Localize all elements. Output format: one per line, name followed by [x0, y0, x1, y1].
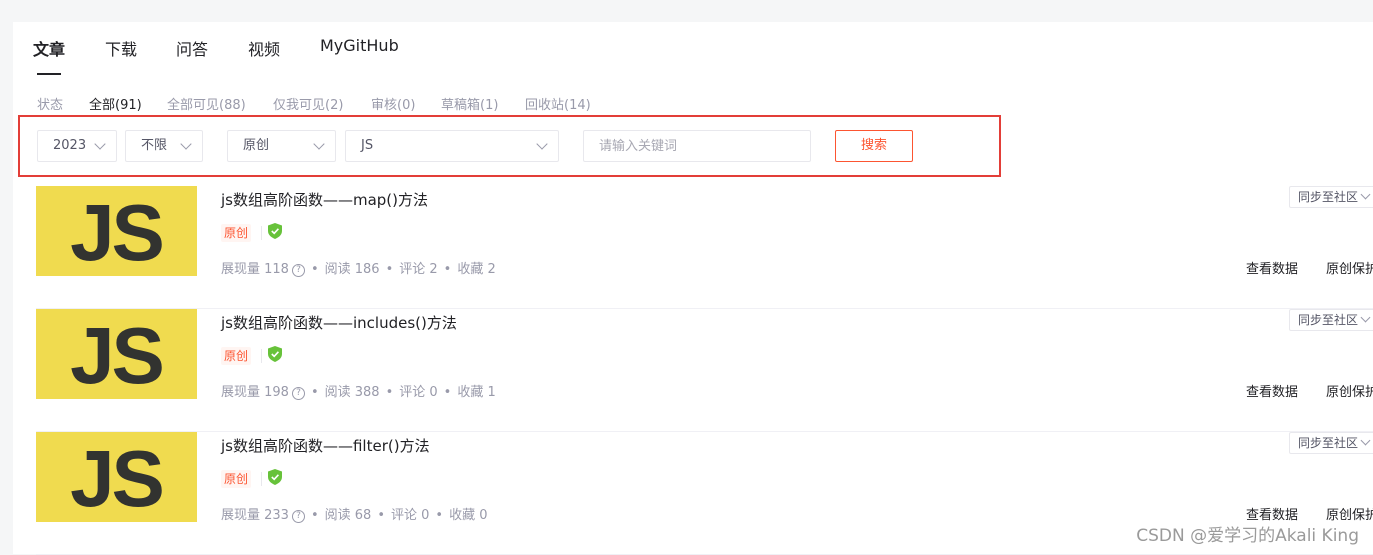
type-select[interactable]: 原创 — [227, 130, 336, 162]
keyword-input[interactable] — [583, 130, 811, 162]
impressions-count: 展现量 198 — [221, 385, 289, 400]
original-protection-link[interactable]: 原创保护 — [1326, 381, 1373, 400]
view-data-link[interactable]: 查看数据 — [1246, 258, 1298, 277]
js-logo-text: JS — [70, 311, 162, 399]
divider — [261, 226, 262, 240]
article-item: JS js数组高阶函数——map()方法 原创 展现量 118? • 阅读 186 •… — [36, 186, 1373, 309]
divider — [261, 349, 262, 363]
chevron-down-icon — [1360, 189, 1371, 200]
comment-count: 评论 0 — [399, 385, 438, 400]
article-stats: 展现量 233? • 阅读 68 • 评论 0 • 收藏 0 — [221, 508, 488, 523]
month-select-value: 不限 — [141, 138, 168, 153]
content-panel: 文章 下载 问答 视频 MyGitHub 状态 全部(91) 全部可见(88) … — [13, 22, 1373, 555]
category-select-value: JS — [361, 138, 374, 153]
original-protection-link[interactable]: 原创保护 — [1326, 258, 1373, 277]
article-title[interactable]: js数组高阶函数——map()方法 — [221, 189, 428, 210]
chevron-down-icon — [1360, 435, 1371, 446]
status-public[interactable]: 全部可见(88) — [167, 94, 246, 113]
help-icon[interactable]: ? — [291, 510, 305, 523]
chevron-down-icon — [94, 138, 106, 150]
divider — [261, 472, 262, 486]
sync-label: 同步至社区 — [1298, 436, 1359, 450]
view-data-link[interactable]: 查看数据 — [1246, 381, 1298, 400]
verified-shield-icon — [268, 346, 282, 362]
article-stats: 展现量 198? • 阅读 388 • 评论 0 • 收藏 1 — [221, 385, 496, 400]
read-count: 阅读 186 — [324, 262, 380, 277]
article-item: JS js数组高阶函数——includes()方法 原创 展现量 198? • 阅读… — [36, 309, 1373, 432]
js-logo-icon: JS — [70, 311, 165, 399]
read-count: 阅读 68 — [324, 508, 372, 523]
sync-label: 同步至社区 — [1298, 190, 1359, 204]
chevron-down-icon — [313, 138, 325, 150]
article-thumbnail[interactable]: JS — [36, 432, 197, 522]
sync-to-community-select[interactable]: 同步至社区 — [1289, 309, 1373, 331]
js-logo-text: JS — [70, 188, 162, 276]
article-thumbnail[interactable]: JS — [36, 309, 197, 399]
month-select[interactable]: 不限 — [125, 130, 203, 162]
year-select[interactable]: 2023 — [37, 130, 117, 162]
article-thumbnail[interactable]: JS — [36, 186, 197, 276]
csdn-watermark: CSDN @爱学习的Akali King — [1136, 526, 1359, 546]
chevron-down-icon — [180, 138, 192, 150]
js-logo-icon: JS — [70, 434, 165, 522]
help-icon[interactable]: ? — [291, 264, 305, 277]
js-logo-icon: JS — [70, 188, 165, 276]
tab-mygithub[interactable]: MyGitHub — [320, 36, 399, 55]
chevron-down-icon — [1360, 312, 1371, 323]
tab-downloads[interactable]: 下载 — [105, 36, 137, 60]
category-select[interactable]: JS — [345, 130, 559, 162]
comment-count: 评论 0 — [390, 508, 430, 523]
article-title[interactable]: js数组高阶函数——filter()方法 — [221, 435, 430, 456]
impressions-count: 展现量 118 — [221, 262, 289, 277]
favorite-count: 收藏 0 — [449, 508, 488, 523]
original-badge: 原创 — [221, 224, 252, 242]
status-all[interactable]: 全部(91) — [89, 94, 142, 113]
original-badge: 原创 — [221, 347, 252, 365]
chevron-down-icon — [536, 138, 548, 150]
tab-qa[interactable]: 问答 — [176, 36, 208, 60]
impressions-count: 展现量 233 — [221, 508, 289, 523]
sync-to-community-select[interactable]: 同步至社区 — [1289, 186, 1373, 208]
active-tab-indicator — [37, 73, 61, 75]
sync-label: 同步至社区 — [1298, 313, 1359, 327]
sync-to-community-select[interactable]: 同步至社区 — [1289, 432, 1373, 454]
js-logo-text: JS — [70, 434, 162, 522]
search-button[interactable]: 搜索 — [835, 130, 913, 162]
read-count: 阅读 388 — [324, 385, 380, 400]
verified-shield-icon — [268, 223, 282, 239]
year-select-value: 2023 — [53, 138, 87, 153]
tab-articles[interactable]: 文章 — [33, 36, 65, 60]
article-stats: 展现量 118? • 阅读 186 • 评论 2 • 收藏 2 — [221, 262, 496, 277]
verified-shield-icon — [268, 469, 282, 485]
type-select-value: 原创 — [243, 138, 270, 153]
favorite-count: 收藏 2 — [457, 262, 496, 277]
comment-count: 评论 2 — [399, 262, 438, 277]
status-private[interactable]: 仅我可见(2) — [273, 94, 343, 113]
article-title[interactable]: js数组高阶函数——includes()方法 — [221, 312, 457, 333]
tab-videos[interactable]: 视频 — [248, 36, 280, 60]
favorite-count: 收藏 1 — [457, 385, 496, 400]
status-filter-label: 状态 — [37, 98, 64, 113]
original-badge: 原创 — [221, 470, 252, 488]
help-icon[interactable]: ? — [291, 387, 305, 400]
status-drafts[interactable]: 草稿箱(1) — [441, 94, 498, 113]
status-review[interactable]: 审核(0) — [371, 94, 415, 113]
status-trash[interactable]: 回收站(14) — [525, 94, 591, 113]
